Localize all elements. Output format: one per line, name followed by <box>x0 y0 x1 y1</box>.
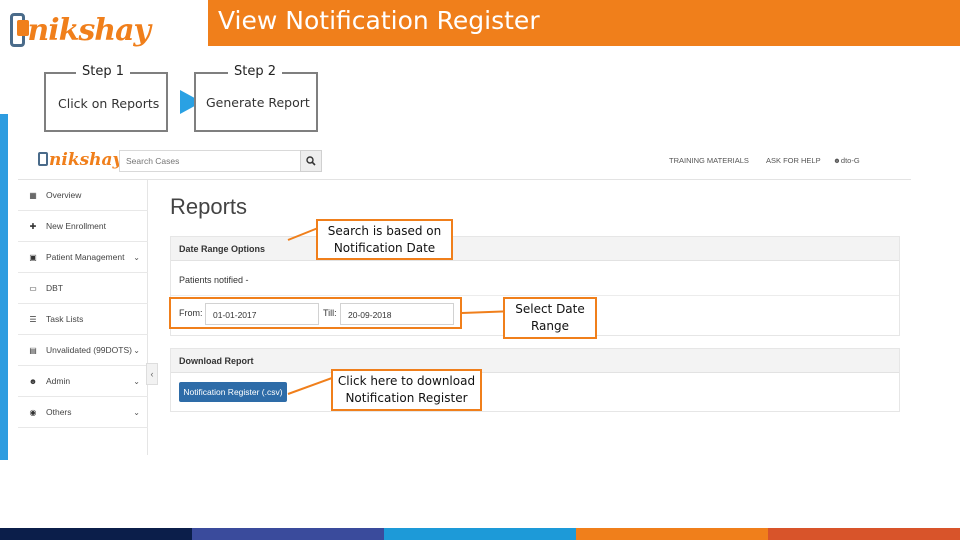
dbt-icon: ▭ <box>29 283 37 293</box>
sidebar-item-label: New Enrollment <box>46 221 106 231</box>
sidebar-item-label: Others <box>46 407 72 417</box>
step-2-box: Step 2 Generate Report <box>194 64 318 132</box>
step-2-text: Generate Report <box>206 95 310 110</box>
chevron-down-icon: ⌄ <box>133 345 140 355</box>
user-icon: ☻ <box>833 156 841 165</box>
sidebar-item-admin[interactable]: ☻ Admin ⌄ <box>18 366 148 397</box>
callout-select-range: Select Date Range <box>503 297 597 339</box>
footer-segment <box>384 528 576 540</box>
unvalidated-icon: ▤ <box>29 345 37 355</box>
callout-download-hint: Click here to download Notification Regis… <box>331 369 482 411</box>
callout-line: Search is based on <box>327 223 442 238</box>
notification-register-download-button[interactable]: Notification Register (.csv) <box>179 382 287 402</box>
callout-line: Select Date <box>515 302 585 316</box>
phone-logo-icon <box>10 13 30 47</box>
search-icon <box>306 156 316 166</box>
sidebar: ▦ Overview ✚ New Enrollment ▣ Patient Ma… <box>18 180 148 455</box>
patients-notified-label: Patients notified - <box>179 275 249 285</box>
step-1-text: Click on Reports <box>58 96 160 111</box>
sidebar-item-unvalidated[interactable]: ▤ Unvalidated (99DOTS) ⌄ <box>18 335 148 366</box>
slide: nikshay View Notification Register Step … <box>0 0 960 540</box>
app-logo[interactable]: nikshay <box>38 150 122 170</box>
user-name: dto-G <box>840 156 860 165</box>
callout-line: Click here to download <box>337 374 476 388</box>
chevron-down-icon: ⌄ <box>133 407 140 417</box>
download-panel: Download Report <box>170 348 900 412</box>
callout-line: Notification Date <box>333 240 436 255</box>
left-accent-bar <box>0 114 8 460</box>
list-icon: ☰ <box>29 314 37 324</box>
sidebar-item-new-enrollment[interactable]: ✚ New Enrollment <box>18 211 148 242</box>
search-button[interactable] <box>300 150 322 172</box>
user-icon: ☻ <box>28 376 38 386</box>
chevron-left-icon: ‹ <box>150 369 154 379</box>
logo-text: nikshay <box>27 12 151 48</box>
patient-icon: ▣ <box>29 252 37 262</box>
phone-logo-icon <box>38 152 48 166</box>
user-menu[interactable]: ☻dto-G <box>833 156 860 165</box>
overview-icon: ▦ <box>29 190 37 200</box>
app-header: nikshay TRAINING MATERIALS ASK FOR HELP … <box>18 140 911 180</box>
sidebar-item-dbt[interactable]: ▭ DBT <box>18 273 148 304</box>
sidebar-item-others[interactable]: ◉ Others ⌄ <box>18 397 148 428</box>
search-input[interactable] <box>120 151 280 171</box>
sidebar-item-label: Task Lists <box>46 314 84 324</box>
chevron-down-icon: ⌄ <box>133 376 140 386</box>
plus-icon: ✚ <box>29 221 37 231</box>
callout-line: Notification Register <box>345 391 468 405</box>
callout-search-basis: Search is based on Notification Date <box>316 219 453 260</box>
sidebar-item-patient-management[interactable]: ▣ Patient Management ⌄ <box>18 242 148 273</box>
chevron-down-icon: ⌄ <box>133 252 140 262</box>
title-bar: View Notification Register <box>208 0 960 46</box>
footer-segment <box>192 528 384 540</box>
others-icon: ◉ <box>29 407 37 417</box>
footer-segment <box>576 528 768 540</box>
sidebar-item-label: DBT <box>46 283 63 293</box>
footer-segment <box>768 528 960 540</box>
date-range-heading: Date Range Options <box>171 237 899 261</box>
download-heading: Download Report <box>171 349 899 373</box>
page-title: Reports <box>170 194 248 219</box>
date-range-highlight <box>169 297 462 329</box>
sidebar-item-overview[interactable]: ▦ Overview <box>18 180 148 211</box>
callout-line: Range <box>530 319 570 333</box>
nikshay-logo: nikshay <box>10 8 151 52</box>
footer-segment <box>0 528 192 540</box>
slide-title: View Notification Register <box>218 6 540 35</box>
sidebar-item-label: Admin <box>46 376 71 386</box>
footer-stripe <box>0 528 960 540</box>
sidebar-item-label: Overview <box>46 190 82 200</box>
divider <box>171 295 899 296</box>
app-logo-text: nikshay <box>49 150 123 170</box>
sidebar-item-label: Unvalidated (99DOTS) <box>46 345 132 355</box>
sidebar-collapse-button[interactable]: ‹ <box>146 363 158 385</box>
link-training-materials[interactable]: TRAINING MATERIALS <box>669 156 749 165</box>
step-1-box: Step 1 Click on Reports <box>44 64 168 132</box>
step-1-label: Step 1 <box>76 64 131 79</box>
link-ask-for-help[interactable]: ASK FOR HELP <box>766 156 821 165</box>
sidebar-item-task-lists[interactable]: ☰ Task Lists <box>18 304 148 335</box>
sidebar-item-label: Patient Management <box>46 252 125 262</box>
search-box <box>119 150 301 172</box>
step-2-label: Step 2 <box>228 64 283 79</box>
